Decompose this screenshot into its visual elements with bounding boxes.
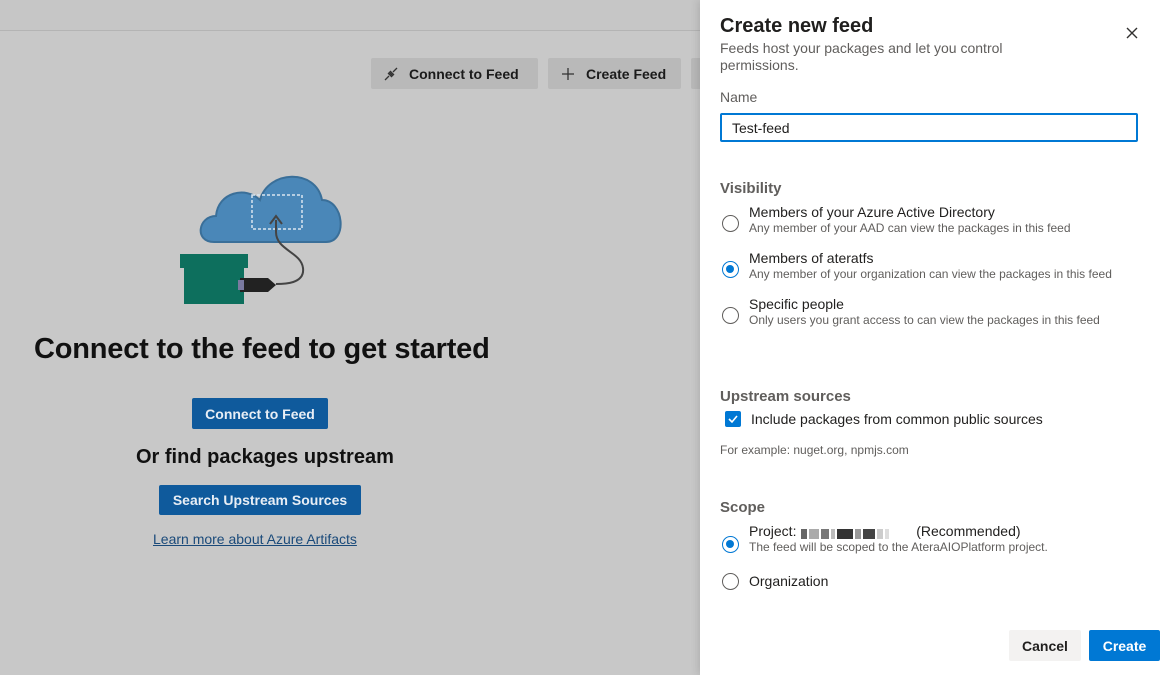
toolbar-connect-feed-label: Connect to Feed — [409, 65, 519, 82]
scope-project-desc: The feed will be scoped to the AteraAIOP… — [749, 540, 1048, 554]
cloud-package-illustration — [180, 175, 342, 304]
scope-radio-project[interactable] — [722, 536, 739, 553]
checkmark-icon — [728, 415, 738, 424]
upstream-heading: Upstream sources — [720, 388, 851, 405]
plus-icon — [560, 66, 576, 82]
upstream-subtitle: Or find packages upstream — [136, 446, 394, 468]
learn-more-link[interactable]: Learn more about Azure Artifacts — [153, 531, 357, 547]
scope-heading: Scope — [720, 499, 766, 516]
plug-icon — [383, 66, 399, 82]
scope-radio-organization[interactable] — [722, 573, 739, 590]
connect-to-feed-button[interactable]: Connect to Feed — [192, 398, 328, 429]
panel-subtitle: Feeds host your packages and let you con… — [720, 40, 1003, 73]
toolbar-connect-feed-button[interactable]: Connect to Feed — [371, 58, 538, 89]
upstream-checkbox[interactable] — [725, 411, 741, 427]
visibility-option-specific-desc: Only users you grant access to can view … — [749, 313, 1100, 327]
visibility-radio-organization[interactable] — [722, 261, 739, 278]
toolbar-create-feed-label: Create Feed — [586, 65, 667, 82]
cancel-button[interactable]: Cancel — [1009, 630, 1081, 661]
visibility-radio-aad[interactable] — [722, 215, 739, 232]
upstream-hint: For example: nuget.org, npmjs.com — [720, 443, 909, 457]
visibility-option-organization-label: Members of ateratfs — [749, 250, 874, 266]
scope-project-prefix: Project: — [749, 523, 797, 539]
create-feed-panel: Create new feed Feeds host your packages… — [700, 0, 1171, 675]
scope-organization-label: Organization — [749, 573, 829, 589]
upstream-checkbox-label: Include packages from common public sour… — [751, 411, 1043, 427]
redacted-project-name — [800, 524, 912, 540]
visibility-option-aad-desc: Any member of your AAD can view the pack… — [749, 221, 1071, 235]
empty-state-title: Connect to the feed to get started — [34, 333, 490, 365]
visibility-radio-specific-people[interactable] — [722, 307, 739, 324]
search-upstream-sources-button[interactable]: Search Upstream Sources — [159, 485, 361, 515]
name-label: Name — [720, 89, 758, 105]
visibility-option-aad-label: Members of your Azure Active Directory — [749, 204, 995, 220]
visibility-option-organization-desc: Any member of your organization can view… — [749, 267, 1112, 281]
scope-project-suffix: (Recommended) — [916, 523, 1021, 539]
name-input[interactable] — [720, 113, 1138, 142]
create-button[interactable]: Create — [1089, 630, 1160, 661]
visibility-heading: Visibility — [720, 180, 782, 197]
close-icon[interactable] — [1123, 24, 1141, 42]
visibility-option-specific-label: Specific people — [749, 296, 844, 312]
toolbar-create-feed-button[interactable]: Create Feed — [548, 58, 681, 89]
panel-title: Create new feed — [720, 15, 874, 37]
scope-project-label: Project: (Recommended) — [749, 523, 1021, 540]
